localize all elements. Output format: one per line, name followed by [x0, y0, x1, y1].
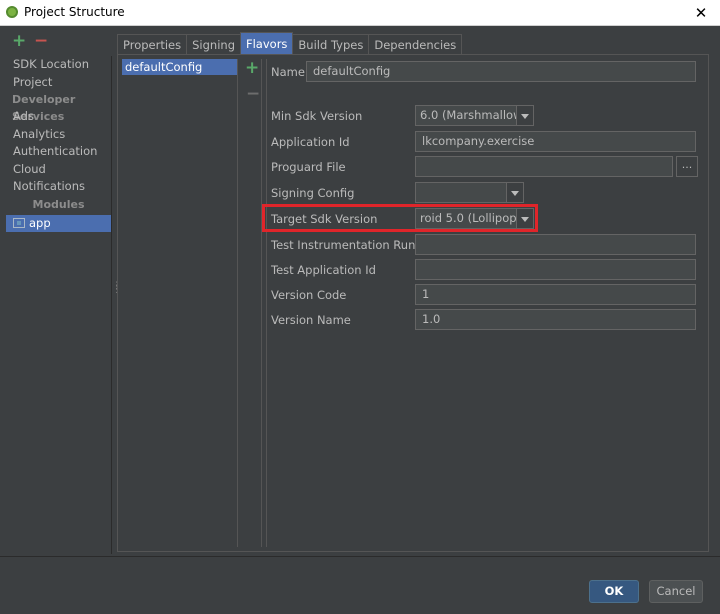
application-id-field[interactable]: lkcompany.exercise	[415, 131, 696, 152]
chevron-down-icon[interactable]	[507, 182, 524, 203]
signing-config-row: Signing Config	[270, 182, 706, 204]
nav-item-project[interactable]: Project	[6, 74, 111, 92]
tab-bar: Properties Signing Flavors Build Types D…	[117, 32, 463, 54]
left-nav-list: SDK Location Project Developer Services …	[6, 56, 112, 554]
add-icon[interactable]: +	[12, 32, 26, 50]
name-row: Name: defaultConfig	[270, 61, 706, 83]
panel-divider	[266, 59, 269, 547]
proguard-row: Proguard File ...	[270, 156, 706, 178]
nav-item-analytics[interactable]: Analytics	[6, 126, 111, 144]
tab-dependencies[interactable]: Dependencies	[368, 34, 463, 54]
flavor-item-default-config[interactable]: defaultConfig	[122, 59, 237, 75]
flavors-panel: defaultConfig + − Name: defaultConfig Mi…	[117, 54, 709, 552]
min-sdk-value[interactable]: 6.0 (Marshmallow)	[415, 105, 517, 126]
remove-flavor-icon[interactable]: −	[246, 85, 260, 103]
tab-flavors[interactable]: Flavors	[240, 32, 294, 54]
left-panel: + − SDK Location Project Developer Servi…	[6, 30, 112, 554]
application-id-label: Application Id	[271, 135, 350, 149]
name-label: Name:	[271, 65, 309, 79]
module-icon	[13, 217, 25, 228]
nav-item-cloud[interactable]: Cloud	[6, 161, 111, 179]
remove-icon[interactable]: −	[34, 32, 48, 50]
highlight-box	[262, 204, 538, 232]
version-name-row: Version Name 1.0	[270, 309, 706, 331]
test-runner-row: Test Instrumentation Runner	[270, 234, 706, 256]
signing-config-label: Signing Config	[271, 186, 355, 200]
ok-button[interactable]: OK	[589, 580, 639, 603]
version-code-row: Version Code 1	[270, 284, 706, 306]
min-sdk-row: Min Sdk Version 6.0 (Marshmallow)	[270, 105, 706, 127]
signing-config-combo[interactable]	[415, 182, 524, 203]
tab-build-types[interactable]: Build Types	[292, 34, 370, 54]
close-icon[interactable]: ✕	[690, 2, 712, 24]
test-app-id-row: Test Application Id	[270, 259, 706, 281]
flavor-toolbar: + −	[242, 59, 262, 547]
min-sdk-label: Min Sdk Version	[271, 109, 363, 123]
flavor-list: defaultConfig	[122, 59, 238, 547]
nav-item-app-module[interactable]: app	[6, 214, 111, 232]
flavor-form: Name: defaultConfig Min Sdk Version 6.0 …	[270, 55, 706, 551]
test-runner-label: Test Instrumentation Runner	[271, 238, 435, 252]
tab-properties[interactable]: Properties	[117, 34, 188, 54]
tab-signing[interactable]: Signing	[186, 34, 241, 54]
application-id-row: Application Id lkcompany.exercise	[270, 131, 706, 153]
title-bar: Project Structure ✕	[0, 0, 720, 26]
version-name-field[interactable]: 1.0	[415, 309, 696, 330]
version-code-label: Version Code	[271, 288, 347, 302]
nav-item-authentication[interactable]: Authentication	[6, 143, 111, 161]
browse-button[interactable]: ...	[676, 156, 698, 177]
signing-config-value[interactable]	[415, 182, 507, 203]
add-flavor-icon[interactable]: +	[245, 59, 259, 77]
nav-item-notifications[interactable]: Notifications	[6, 178, 111, 196]
version-code-field[interactable]: 1	[415, 284, 696, 305]
modules-header: Modules	[32, 197, 85, 211]
cancel-button[interactable]: Cancel	[649, 580, 703, 603]
name-field[interactable]: defaultConfig	[306, 61, 696, 82]
test-app-id-field[interactable]	[415, 259, 696, 280]
module-label: app	[29, 215, 51, 230]
developer-services-header: Developer Services	[12, 93, 76, 123]
proguard-field[interactable]	[415, 156, 673, 177]
window-title: Project Structure	[24, 5, 125, 19]
dialog-footer: OK Cancel	[0, 556, 720, 614]
version-name-label: Version Name	[271, 313, 351, 327]
android-studio-icon	[6, 6, 18, 18]
nav-item-sdk-location[interactable]: SDK Location	[6, 56, 111, 74]
proguard-label: Proguard File	[271, 160, 346, 174]
chevron-down-icon[interactable]	[517, 105, 534, 126]
min-sdk-combo[interactable]: 6.0 (Marshmallow)	[415, 105, 534, 126]
test-runner-field[interactable]	[415, 234, 696, 255]
test-app-id-label: Test Application Id	[271, 263, 376, 277]
